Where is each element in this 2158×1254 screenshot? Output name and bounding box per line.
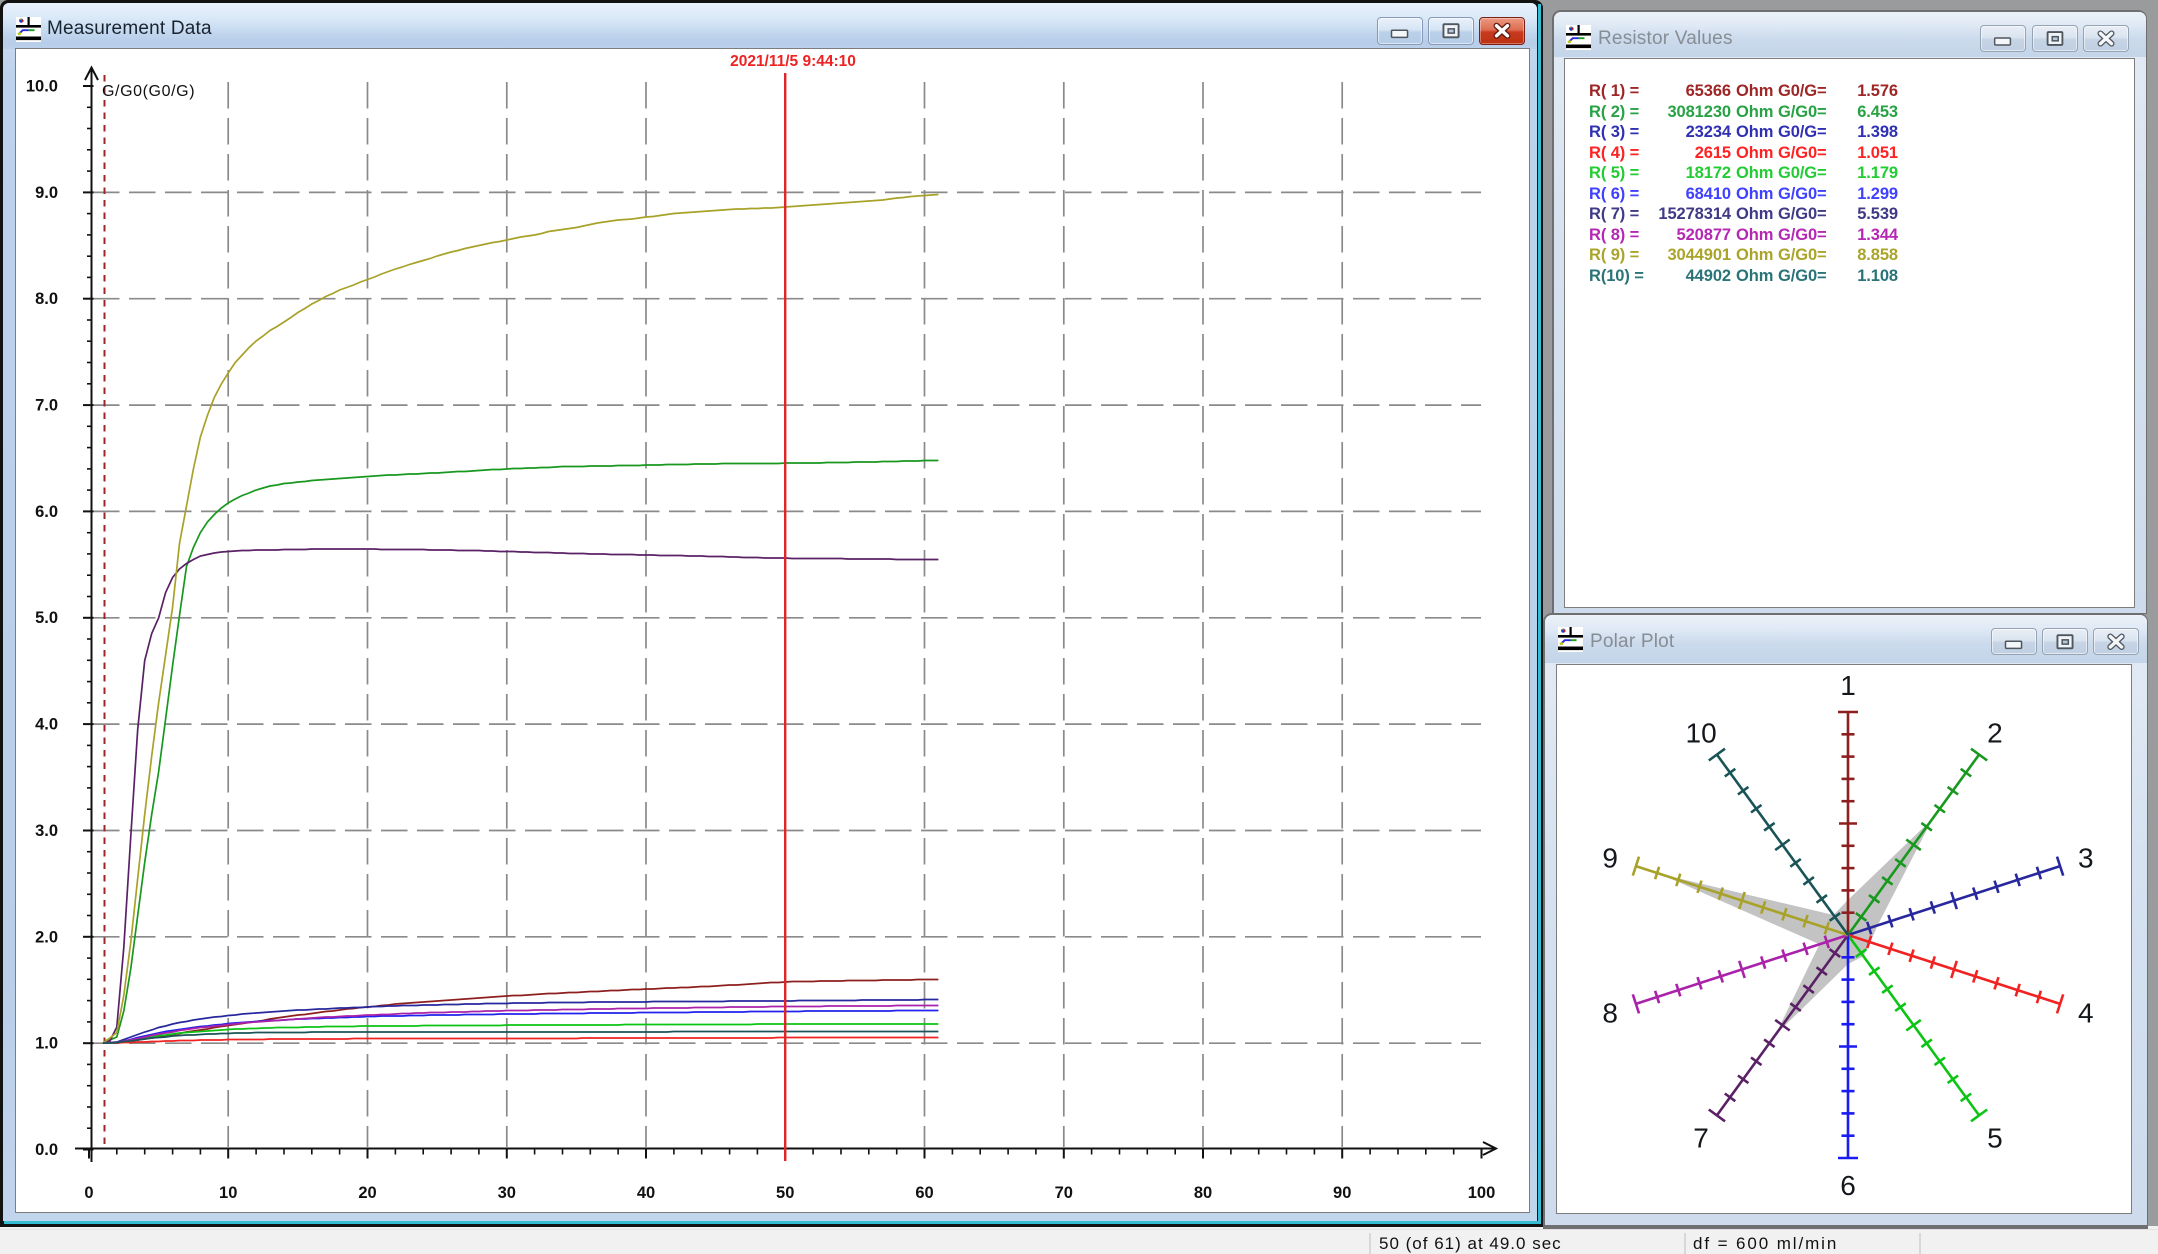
svg-text:10: 10 <box>219 1184 237 1202</box>
svg-text:8.0: 8.0 <box>35 290 58 308</box>
svg-text:G/G0(G0/G): G/G0(G0/G) <box>102 83 195 100</box>
svg-text:3.0: 3.0 <box>35 822 58 840</box>
svg-text:20: 20 <box>358 1184 376 1202</box>
svg-text:40: 40 <box>637 1184 655 1202</box>
svg-text:2021/11/5 9:44:10: 2021/11/5 9:44:10 <box>730 53 856 70</box>
svg-text:5: 5 <box>1987 1122 2003 1153</box>
svg-text:1: 1 <box>1840 670 1856 701</box>
svg-text:90: 90 <box>1333 1184 1351 1202</box>
svg-text:0: 0 <box>84 1184 93 1202</box>
svg-text:7.0: 7.0 <box>35 397 58 415</box>
svg-text:4: 4 <box>2078 997 2094 1028</box>
svg-text:2.0: 2.0 <box>35 928 58 946</box>
svg-text:60: 60 <box>915 1184 933 1202</box>
svg-text:3: 3 <box>2078 843 2094 874</box>
svg-text:9.0: 9.0 <box>35 184 58 202</box>
svg-text:1.0: 1.0 <box>35 1035 58 1053</box>
svg-text:80: 80 <box>1194 1184 1212 1202</box>
svg-text:0.0: 0.0 <box>35 1141 58 1159</box>
svg-text:100: 100 <box>1468 1184 1496 1202</box>
svg-text:5.0: 5.0 <box>35 609 58 627</box>
svg-text:7: 7 <box>1693 1122 1709 1153</box>
svg-text:4.0: 4.0 <box>35 716 58 734</box>
svg-text:6.0: 6.0 <box>35 503 58 521</box>
svg-text:30: 30 <box>498 1184 516 1202</box>
svg-text:70: 70 <box>1055 1184 1073 1202</box>
svg-text:2: 2 <box>1987 718 2003 749</box>
svg-text:8: 8 <box>1602 997 1618 1028</box>
svg-text:50: 50 <box>776 1184 794 1202</box>
svg-text:10.0: 10.0 <box>26 78 58 96</box>
svg-text:10: 10 <box>1686 718 1717 749</box>
svg-text:6: 6 <box>1840 1170 1856 1201</box>
svg-text:9: 9 <box>1602 843 1618 874</box>
